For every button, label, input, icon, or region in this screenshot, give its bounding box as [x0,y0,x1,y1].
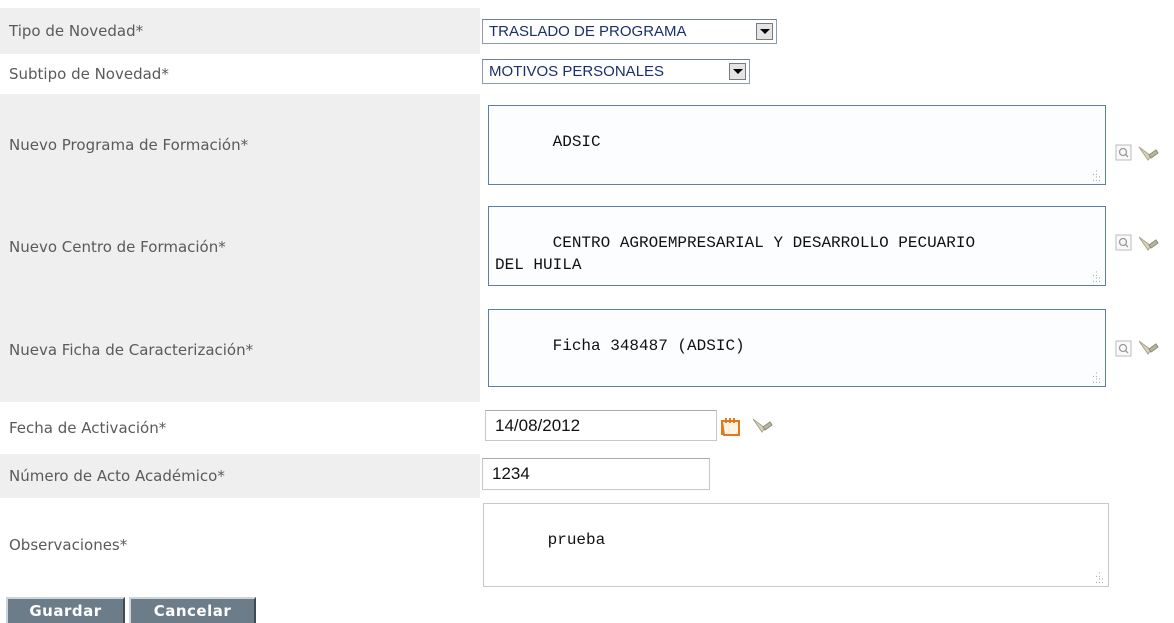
numero-acto-cell: 1234 [480,454,1174,498]
numero-acto-value: 1234 [492,464,530,483]
pencil-eraser-icon[interactable] [1136,234,1160,254]
tipo-novedad-select[interactable]: TRASLADO DE PROGRAMA [482,19,777,44]
nueva-ficha-value: Ficha 348487 (ADSIC) [552,337,745,355]
resize-grip-icon[interactable]: .:.:: [1092,270,1101,285]
nuevo-programa-textarea[interactable]: ADSIC .:.:: [488,105,1106,185]
row-numero-acto: Número de Acto Académico* 1234 [0,454,1174,498]
nuevo-programa-cell: ADSIC .:.:: [480,94,1174,196]
subtipo-novedad-value: MOTIVOS PERSONALES [489,63,665,80]
chevron-down-icon[interactable] [756,23,773,40]
nuevo-programa-value: ADSIC [552,133,601,151]
numero-acto-label: Número de Acto Académico* [9,467,225,485]
search-icon[interactable] [1115,340,1132,357]
row-nuevo-programa: Nuevo Programa de Formación* ADSIC .:.:: [0,94,1174,196]
numero-acto-input[interactable]: 1234 [482,458,710,490]
save-button[interactable]: Guardar [6,597,125,623]
resize-grip-icon[interactable]: .:.:: [1092,371,1101,386]
observaciones-textarea[interactable]: prueba .:.:: [483,503,1109,587]
row-tipo-novedad: Tipo de Novedad* TRASLADO DE PROGRAMA [0,8,1174,54]
tipo-novedad-cell: TRASLADO DE PROGRAMA [480,8,1174,54]
calendar-icon[interactable] [720,416,742,438]
subtipo-novedad-label: Subtipo de Novedad* [9,65,169,83]
search-icon[interactable] [1115,144,1132,161]
row-subtipo-novedad: Subtipo de Novedad* MOTIVOS PERSONALES [0,54,1174,94]
row-observaciones: Observaciones* prueba .:.:: [0,498,1174,592]
nuevo-centro-cell: CENTRO AGROEMPRESARIAL Y DESARROLLO PECU… [480,196,1174,298]
fecha-activacion-input[interactable]: 14/08/2012 [485,410,717,441]
nuevo-centro-label: Nuevo Centro de Formación* [9,238,226,256]
nueva-ficha-textarea[interactable]: Ficha 348487 (ADSIC) .:.:: [488,309,1106,387]
resize-grip-icon[interactable]: .:.:: [1092,169,1101,184]
pencil-eraser-icon[interactable] [1136,144,1160,164]
tipo-novedad-value: TRASLADO DE PROGRAMA [489,23,687,40]
row-fecha-activacion: Fecha de Activación* 14/08/2012 [0,402,1174,454]
fecha-activacion-value: 14/08/2012 [495,415,581,435]
nuevo-programa-label: Nuevo Programa de Formación* [9,136,249,154]
nueva-ficha-cell: Ficha 348487 (ADSIC) .:.:: [480,298,1174,402]
pencil-eraser-icon[interactable] [750,416,774,436]
subtipo-novedad-select[interactable]: MOTIVOS PERSONALES [482,59,750,84]
nueva-ficha-label: Nueva Ficha de Caracterización* [9,341,254,359]
pencil-eraser-icon[interactable] [1136,338,1160,358]
fecha-activacion-label: Fecha de Activación* [9,419,167,437]
nuevo-centro-value: CENTRO AGROEMPRESARIAL Y DESARROLLO PECU… [495,234,976,274]
fecha-activacion-cell: 14/08/2012 [480,402,1174,454]
search-icon[interactable] [1115,234,1132,251]
tipo-novedad-label: Tipo de Novedad* [9,22,144,40]
row-nueva-ficha: Nueva Ficha de Caracterización* Ficha 34… [0,298,1174,402]
nuevo-centro-textarea[interactable]: CENTRO AGROEMPRESARIAL Y DESARROLLO PECU… [488,206,1106,286]
cancel-button[interactable]: Cancelar [129,597,256,623]
row-nuevo-centro: Nuevo Centro de Formación* CENTRO AGROEM… [0,196,1174,298]
observaciones-cell: prueba .:.:: [480,498,1174,592]
subtipo-novedad-cell: MOTIVOS PERSONALES [480,54,1174,94]
observaciones-label: Observaciones* [9,536,128,554]
chevron-down-icon[interactable] [729,63,746,80]
observaciones-value: prueba [547,531,606,549]
resize-grip-icon[interactable]: .:.:: [1095,571,1104,586]
